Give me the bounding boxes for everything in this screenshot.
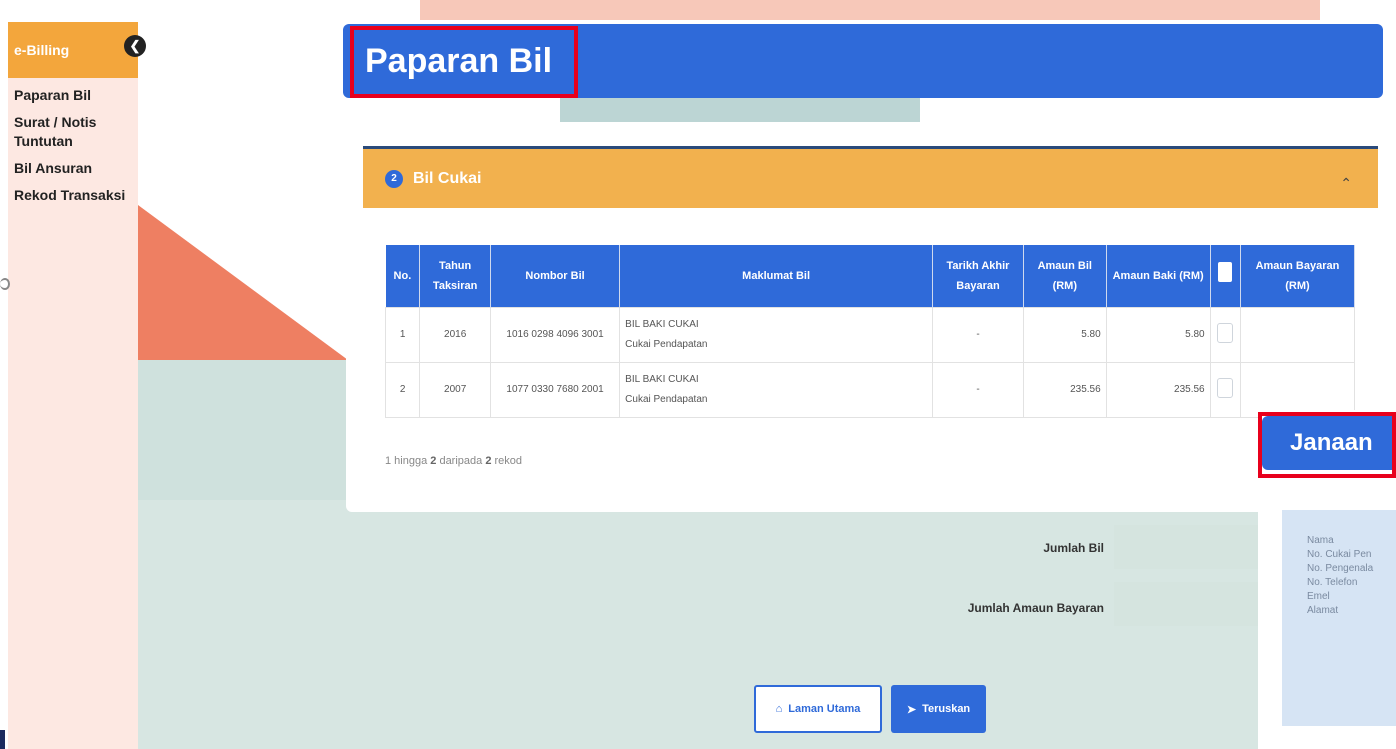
overlay-info-box: Nama No. Cukai Pen No. Pengenala No. Tel… <box>1282 510 1396 726</box>
record-suffix: rekod <box>491 455 523 467</box>
col-header-amaun-bil: Amaun Bil (RM) <box>1023 245 1107 307</box>
overlay-field-pengenalan: No. Pengenala <box>1307 563 1374 574</box>
sidebar-item-paparan-bil[interactable]: Paparan Bil <box>8 78 138 109</box>
cell-tarikh: - <box>932 306 1024 363</box>
teruskan-button[interactable]: ➤ Teruskan <box>891 685 986 733</box>
cell-maklumat: BIL BAKI CUKAI Cukai Pendapatan <box>619 361 934 418</box>
accordion-title: Bil Cukai <box>413 169 482 187</box>
col-header-amaun-bayaran: Amaun Bayaran (RM) <box>1240 245 1356 307</box>
laman-utama-button[interactable]: ⌂ Laman Utama <box>754 685 882 733</box>
sidebar-item-rekod-transaksi[interactable]: Rekod Transaksi <box>8 182 138 209</box>
overlay-field-nama: Nama <box>1307 535 1334 546</box>
arrow-circle-right-icon: ➤ <box>906 703 917 716</box>
record-prefix: 1 hingga <box>385 455 431 467</box>
table-row: 1 2016 1016 0298 4096 3001 BIL BAKI CUKA… <box>384 306 1356 363</box>
col-header-maklumat: Maklumat Bil <box>619 245 934 307</box>
chevron-left-icon[interactable]: ❮ <box>124 35 146 57</box>
jumlah-bil-label: Jumlah Bil <box>1043 541 1104 555</box>
col-header-amaun-baki: Amaun Baki (RM) <box>1106 245 1211 307</box>
record-mid: daripada <box>436 455 486 467</box>
cell-select[interactable] <box>1209 361 1241 418</box>
cell-maklumat-line2: Cukai Pendapatan <box>625 393 708 405</box>
home-icon: ⌂ <box>775 703 783 715</box>
col-header-no: No. <box>385 245 421 307</box>
cell-maklumat-line1: BIL BAKI CUKAI <box>625 318 699 330</box>
cell-no: 1 <box>384 306 421 363</box>
cell-tarikh: - <box>932 361 1024 418</box>
cell-maklumat: BIL BAKI CUKAI Cukai Pendapatan <box>619 306 934 363</box>
jumlah-bil-field <box>1114 525 1264 569</box>
record-count: 1 hingga 2 daripada 2 rekod <box>385 455 522 467</box>
decor-band <box>420 0 1320 20</box>
decor-band <box>560 95 920 125</box>
chevron-up-icon[interactable]: ⌃ <box>1340 175 1352 192</box>
bills-table: No. Tahun Taksiran Nombor Bil Maklumat B… <box>384 245 1356 418</box>
cell-select[interactable] <box>1209 306 1241 363</box>
cell-tahun: 2016 <box>419 306 491 363</box>
accordion-header[interactable]: 2 Bil Cukai ⌃ <box>363 146 1378 208</box>
overlay-field-telefon: No. Telefon <box>1307 577 1358 588</box>
col-header-nombor: Nombor Bil <box>490 245 621 307</box>
drag-handle-icon[interactable] <box>0 278 10 290</box>
sidebar: e-Billing Paparan Bil Surat / Notis Tunt… <box>8 22 138 749</box>
overlay-field-alamat: Alamat <box>1307 605 1339 616</box>
cell-amaun-baki: 5.80 <box>1105 306 1211 363</box>
sidebar-title: e-Billing <box>14 42 70 58</box>
cell-no: 2 <box>384 361 421 418</box>
col-header-tarikh: Tarikh Akhir Bayaran <box>932 245 1024 307</box>
cell-maklumat-line1: BIL BAKI CUKAI <box>625 373 699 385</box>
overlay-field-cukai: No. Cukai Pen <box>1307 549 1372 560</box>
table-header-row: No. Tahun Taksiran Nombor Bil Maklumat B… <box>385 245 1356 307</box>
col-header-tahun: Tahun Taksiran <box>419 245 491 307</box>
cell-amaun-baki: 235.56 <box>1105 361 1211 418</box>
jumlah-amaun-label: Jumlah Amaun Bayaran <box>967 601 1104 615</box>
cell-maklumat-line2: Cukai Pendapatan <box>625 338 708 350</box>
highlight-box <box>1258 412 1396 478</box>
accordion-number: 2 <box>385 169 403 188</box>
jumlah-amaun-field <box>1114 582 1264 626</box>
sidebar-header[interactable]: e-Billing <box>8 22 138 78</box>
overlay-field-emel: Emel <box>1307 591 1330 602</box>
cell-amaun-bayaran[interactable] <box>1239 306 1356 363</box>
select-all-checkbox[interactable] <box>1218 262 1233 283</box>
col-header-select-all[interactable] <box>1210 245 1241 307</box>
table-row: 2 2007 1077 0330 7680 2001 BIL BAKI CUKA… <box>384 361 1356 418</box>
cell-nombor: 1016 0298 4096 3001 <box>489 306 621 363</box>
cell-amaun-bil: 235.56 <box>1022 361 1107 418</box>
row-checkbox[interactable] <box>1217 378 1234 398</box>
cell-tahun: 2007 <box>419 361 491 418</box>
row-checkbox[interactable] <box>1217 323 1234 343</box>
cell-amaun-bil: 5.80 <box>1022 306 1107 363</box>
decor-edge <box>0 730 5 749</box>
teruskan-label: Teruskan <box>922 703 971 715</box>
sidebar-item-bil-ansuran[interactable]: Bil Ansuran <box>8 155 138 182</box>
sidebar-item-surat-notis[interactable]: Surat / Notis Tuntutan <box>8 109 138 155</box>
laman-utama-label: Laman Utama <box>788 703 861 715</box>
cell-nombor: 1077 0330 7680 2001 <box>489 361 621 418</box>
decor-triangle <box>138 205 348 360</box>
highlight-box <box>350 26 578 98</box>
cell-amaun-bayaran[interactable] <box>1239 361 1356 418</box>
